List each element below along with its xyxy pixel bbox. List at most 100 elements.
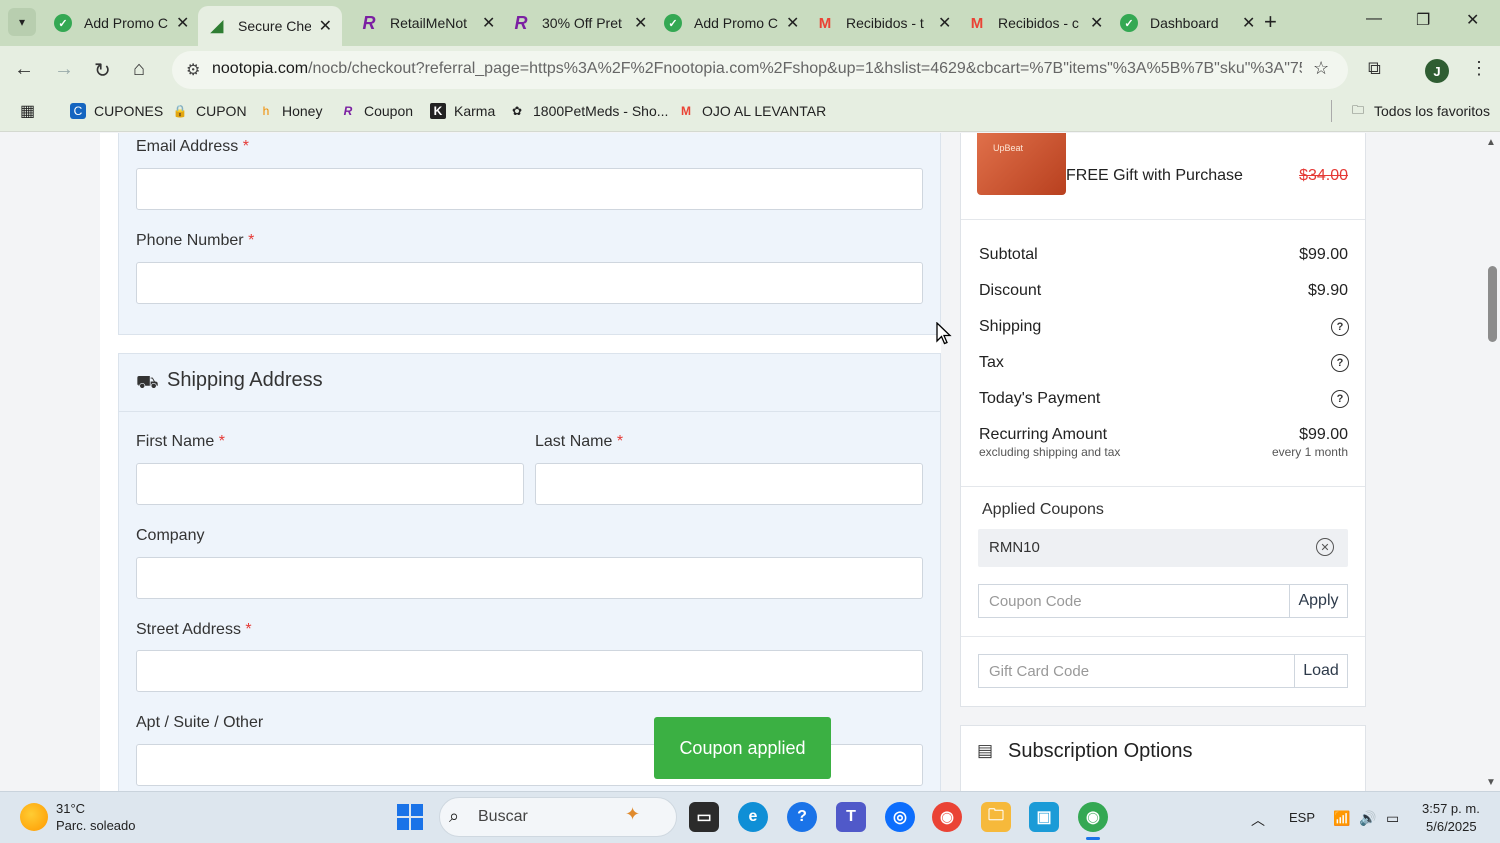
all-bookmarks[interactable]: 🗀 Todos los favoritos <box>1350 100 1490 122</box>
apply-coupon-button[interactable]: Apply <box>1289 584 1348 618</box>
tab-close-icon[interactable]: ✕ <box>176 13 189 33</box>
bookmark-1800petmeds[interactable]: ✿ 1800PetMeds - Sho... <box>509 100 668 122</box>
todays-payment-help-icon[interactable]: ? <box>1331 390 1349 408</box>
street-address-label: Street Address * <box>136 621 252 638</box>
close-window-button[interactable]: ✕ <box>1466 10 1479 30</box>
calendar-icon: ▤ <box>977 741 994 760</box>
tab-favicon-icon: ✓ <box>664 14 682 32</box>
taskbar-search-box[interactable] <box>439 797 677 837</box>
volume-icon[interactable]: 🔊 <box>1359 810 1376 827</box>
recurring-amount-label: Recurring Amount <box>979 426 1108 443</box>
tab-1[interactable]: ✓ Add Promo C ✕ <box>44 6 199 40</box>
remove-coupon-icon[interactable]: ✕ <box>1316 538 1334 556</box>
app-icon[interactable]: ◎ <box>885 802 915 832</box>
tab-close-icon[interactable]: ✕ <box>319 16 332 36</box>
forward-button[interactable]: → <box>54 58 74 81</box>
input-language[interactable]: ESP <box>1289 810 1315 825</box>
battery-icon[interactable]: ▭ <box>1386 810 1399 827</box>
subtotal-value: $99.00 <box>1299 246 1348 263</box>
edge-browser-icon[interactable]: e <box>738 802 768 832</box>
url-text[interactable]: nootopia.com/nocb/checkout?referral_page… <box>212 60 1302 78</box>
teams-icon[interactable]: T <box>836 802 866 832</box>
gift-product-image: UpBeat <box>977 133 1066 195</box>
apps-icon[interactable]: ▦ <box>20 100 35 122</box>
company-field[interactable] <box>136 557 923 599</box>
taskbar-search-placeholder: Buscar <box>478 808 528 825</box>
tab-8[interactable]: ✓ Dashboard ✕ <box>1110 6 1265 40</box>
page-scrollbar[interactable] <box>1484 133 1500 791</box>
scroll-down-arrow-icon[interactable]: ▼ <box>1486 777 1496 788</box>
coupon-icon: C <box>70 103 86 119</box>
tax-label: Tax <box>979 354 1004 371</box>
home-button[interactable]: ⌂ <box>133 58 145 81</box>
shipping-help-icon[interactable]: ? <box>1331 318 1349 336</box>
email-field[interactable] <box>136 168 923 210</box>
task-view-icon[interactable]: ▭ <box>689 802 719 832</box>
bookmark-coupon[interactable]: R Coupon <box>340 100 413 122</box>
copilot-sparkle-icon[interactable]: ✦ <box>625 804 640 825</box>
gift-card-input[interactable]: Gift Card Code <box>978 654 1295 688</box>
clock-time[interactable]: 3:57 p. m. <box>1422 801 1480 816</box>
first-name-label: First Name * <box>136 433 225 450</box>
first-name-field[interactable] <box>136 463 524 505</box>
search-icon: ⌕ <box>449 806 460 826</box>
discount-value: $9.90 <box>1307 282 1348 299</box>
file-explorer-icon[interactable]: 🗀 <box>981 802 1011 832</box>
profile-avatar[interactable]: J <box>1425 59 1449 83</box>
minimize-button[interactable]: — <box>1366 10 1382 28</box>
chrome-icon[interactable]: ◉ <box>932 802 962 832</box>
tab-favicon-icon: ◢ <box>210 18 224 35</box>
tab-close-icon[interactable]: ✕ <box>786 13 799 33</box>
last-name-field[interactable] <box>535 463 923 505</box>
scroll-up-arrow-icon[interactable]: ▲ <box>1486 137 1496 148</box>
show-hidden-icons-icon[interactable]: ︿ <box>1251 810 1265 830</box>
new-tab-button[interactable]: + <box>1264 9 1277 35</box>
bookmark-ojo-al-levantar[interactable]: M OJO AL LEVANTAR <box>678 100 826 122</box>
scrollbar-thumb[interactable] <box>1488 266 1497 342</box>
restore-button[interactable]: ❐ <box>1416 10 1430 30</box>
tab-4[interactable]: R 30% Off Pret ✕ <box>502 6 657 40</box>
checkout-page: Email Address * Phone Number * ⛟ Shippin… <box>0 133 1500 791</box>
bookmark-cupon[interactable]: 🔒 CUPON <box>172 100 247 122</box>
karma-icon: K <box>430 103 446 119</box>
weather-sun-icon[interactable] <box>20 803 48 831</box>
tab-2-active[interactable]: ◢ Secure Check ✕ <box>198 6 342 46</box>
tax-help-icon[interactable]: ? <box>1331 354 1349 372</box>
tab-close-icon[interactable]: ✕ <box>1090 13 1103 33</box>
gmail-icon: M <box>818 14 832 32</box>
help-icon[interactable]: ? <box>787 802 817 832</box>
wifi-icon[interactable]: 📶 <box>1333 810 1350 827</box>
browser-menu-icon[interactable]: ⋮ <box>1470 58 1488 79</box>
chrome-profile-icon[interactable]: ◉ <box>1078 802 1108 832</box>
gift-label: FREE Gift with Purchase <box>1066 167 1243 184</box>
tab-close-icon[interactable]: ✕ <box>482 13 495 33</box>
weather-temperature[interactable]: 31°C <box>56 801 85 816</box>
bookmark-cupones[interactable]: C CUPONES <box>70 100 163 122</box>
tab-6[interactable]: M Recibidos - t ✕ <box>806 6 961 40</box>
windows-start-icon[interactable] <box>397 804 423 830</box>
clock-date[interactable]: 5/6/2025 <box>1426 819 1477 834</box>
site-info-icon[interactable]: ⚙ <box>186 60 200 80</box>
tab-close-icon[interactable]: ✕ <box>634 13 647 33</box>
load-gift-card-button[interactable]: Load <box>1294 654 1348 688</box>
street-address-field[interactable] <box>136 650 923 692</box>
bookmark-karma[interactable]: K Karma <box>430 100 495 122</box>
tab-3[interactable]: R RetailMeNot ✕ <box>350 6 505 40</box>
remote-desktop-icon[interactable]: ▣ <box>1029 802 1059 832</box>
coupon-code-input[interactable]: Coupon Code <box>978 584 1290 618</box>
tab-close-icon[interactable]: ✕ <box>1242 13 1255 33</box>
tab-close-icon[interactable]: ✕ <box>938 13 951 33</box>
bookmark-honey[interactable]: h Honey <box>258 100 323 122</box>
tab-5[interactable]: ✓ Add Promo C ✕ <box>654 6 809 40</box>
back-button[interactable]: ← <box>14 58 34 81</box>
apt-suite-label: Apt / Suite / Other <box>136 714 264 731</box>
tab-7[interactable]: M Recibidos - c ✕ <box>958 6 1113 40</box>
phone-field[interactable] <box>136 262 923 304</box>
reload-button[interactable]: ↻ <box>94 58 111 83</box>
bookmark-star-icon[interactable]: ☆ <box>1313 58 1329 79</box>
honey-icon: h <box>262 104 270 118</box>
weather-description[interactable]: Parc. soleado <box>56 818 136 833</box>
tab-search-button[interactable]: ▾ <box>8 8 36 36</box>
applied-coupon-code: RMN10 <box>989 539 1040 556</box>
extensions-icon[interactable]: ⧉ <box>1368 58 1381 79</box>
